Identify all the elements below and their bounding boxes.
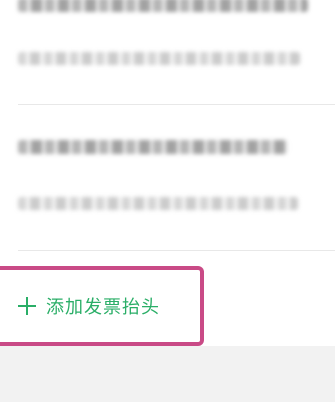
plus-icon <box>18 297 36 315</box>
list-divider <box>18 104 335 105</box>
add-invoice-header-label: 添加发票抬头 <box>46 297 160 318</box>
invoice-title-redacted <box>18 0 308 12</box>
invoice-taxid-redacted <box>18 52 300 65</box>
invoice-taxid-redacted <box>18 197 298 210</box>
add-invoice-header-button[interactable]: 添加发票抬头 <box>0 266 204 346</box>
invoice-header-list-screen: 添加发票抬头 <box>0 0 335 402</box>
footer-background <box>0 346 335 402</box>
invoice-title-redacted <box>18 140 288 154</box>
list-divider <box>18 250 335 251</box>
